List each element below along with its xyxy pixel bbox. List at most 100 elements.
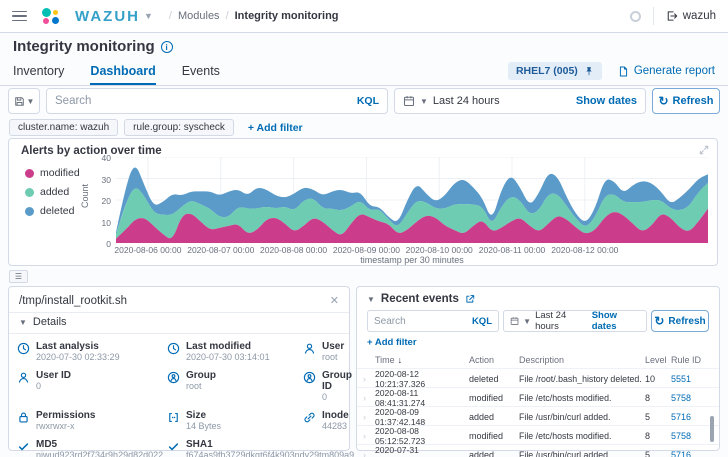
lock-icon bbox=[17, 410, 30, 424]
event-row[interactable]: ›2020-08-11 08:41:31.274modifiedFile /et… bbox=[357, 387, 719, 406]
detail-item: SHA1f674as9fh3729dkgt6f4k903ndy29tm809a9 bbox=[167, 439, 303, 457]
legend-item-deleted[interactable]: deleted bbox=[25, 205, 80, 217]
search-input[interactable] bbox=[55, 95, 351, 107]
x-tick-label: 2020-08-11 00:00 bbox=[470, 245, 554, 255]
clock-icon bbox=[167, 341, 180, 355]
pin-icon[interactable] bbox=[584, 66, 594, 77]
events-table: Time↓ActionDescriptionLevelRule ID ›2020… bbox=[357, 352, 719, 457]
external-link-icon[interactable] bbox=[465, 294, 475, 304]
detail-label: Size bbox=[186, 410, 221, 421]
chevron-down-icon: ▼ bbox=[420, 97, 428, 106]
events-scrollbar[interactable] bbox=[710, 416, 714, 442]
detail-item: Size14 Bytes bbox=[167, 410, 303, 432]
details-accordion-toggle[interactable]: ▼ Details bbox=[9, 312, 349, 334]
brand-chevron-down-icon[interactable]: ▼ bbox=[144, 11, 153, 21]
close-icon[interactable]: ✕ bbox=[330, 294, 339, 307]
row-expand-icon[interactable]: › bbox=[363, 431, 375, 441]
row-expand-icon[interactable]: › bbox=[363, 374, 375, 384]
generate-report-button[interactable]: Generate report bbox=[618, 65, 715, 78]
chart-table-toggle-button[interactable]: ☰ bbox=[9, 270, 28, 283]
generate-report-label: Generate report bbox=[634, 65, 715, 77]
file-path-title: /tmp/install_rootkit.sh bbox=[19, 295, 127, 307]
refresh-icon: ↻ bbox=[654, 314, 664, 328]
filter-pill[interactable]: rule.group: syscheck bbox=[124, 119, 234, 136]
column-header-level[interactable]: Level bbox=[645, 355, 671, 365]
column-header-action[interactable]: Action bbox=[469, 355, 519, 365]
event-rule-id-link[interactable]: 5758 bbox=[671, 431, 715, 441]
expand-chart-icon[interactable] bbox=[699, 145, 709, 155]
kql-toggle[interactable]: KQL bbox=[357, 95, 379, 107]
detail-item: Grouproot bbox=[167, 370, 303, 403]
event-level: 5 bbox=[645, 412, 671, 422]
wazuh-logo[interactable]: WAZUH bbox=[75, 8, 140, 25]
time-range-value[interactable]: Last 24 hours bbox=[433, 95, 500, 107]
alerts-chart-panel: Alerts by action over time modifiedadded… bbox=[8, 138, 718, 266]
row-expand-icon[interactable]: › bbox=[363, 450, 375, 457]
agent-badge[interactable]: RHEL7 (005) bbox=[508, 62, 602, 80]
info-icon[interactable]: i bbox=[161, 41, 173, 53]
detail-value: 0 bbox=[322, 392, 352, 403]
event-level: 8 bbox=[645, 431, 671, 441]
event-rule-id-link[interactable]: 5758 bbox=[671, 393, 715, 403]
app-logo-icon[interactable] bbox=[41, 7, 59, 25]
chart-plot-area[interactable] bbox=[116, 157, 708, 243]
legend-item-added[interactable]: added bbox=[25, 186, 80, 198]
detail-value: rwxrwxr-x bbox=[36, 421, 95, 432]
detail-value: 2020-07-30 02:33:29 bbox=[36, 352, 120, 363]
chevron-down-icon[interactable]: ▼ bbox=[367, 295, 375, 304]
divider bbox=[653, 7, 654, 25]
event-rule-id-link[interactable]: 5716 bbox=[671, 450, 715, 457]
detail-value: root bbox=[322, 352, 344, 363]
breadcrumb-current: Integrity monitoring bbox=[235, 10, 339, 22]
event-time: 2020-08-12 10:21:37.326 bbox=[375, 369, 469, 389]
details-section-label: Details bbox=[33, 316, 67, 328]
breadcrumb-modules[interactable]: Modules bbox=[178, 10, 220, 22]
events-kql-toggle[interactable]: KQL bbox=[472, 316, 492, 327]
event-rule-id-link[interactable]: 5716 bbox=[671, 412, 715, 422]
events-show-dates-button[interactable]: Show dates bbox=[592, 310, 640, 332]
event-row[interactable]: ›2020-08-08 05:12:52.723modifiedFile /et… bbox=[357, 425, 719, 444]
show-dates-button[interactable]: Show dates bbox=[576, 95, 637, 107]
tab-inventory[interactable]: Inventory bbox=[13, 57, 64, 85]
y-tick-label: 20 bbox=[93, 196, 111, 206]
y-tick-label: 30 bbox=[93, 175, 111, 185]
save-icon bbox=[14, 96, 25, 107]
x-axis-ticks: 2020-08-06 00:002020-08-07 00:002020-08-… bbox=[116, 245, 708, 255]
event-row[interactable]: ›2020-08-12 10:21:37.326deletedFile /roo… bbox=[357, 368, 719, 387]
add-filter-button[interactable]: + Add filter bbox=[248, 122, 303, 134]
event-row[interactable]: ›2020-08-09 01:37:42.148addedFile /usr/b… bbox=[357, 406, 719, 425]
sort-desc-icon[interactable]: ↓ bbox=[398, 355, 403, 365]
legend-dot bbox=[25, 207, 34, 216]
column-header-rule-id[interactable]: Rule ID bbox=[671, 355, 715, 365]
detail-item: User ID0 bbox=[17, 370, 167, 403]
column-header-description[interactable]: Description bbox=[519, 355, 645, 365]
filter-pill[interactable]: cluster.name: wazuh bbox=[9, 119, 118, 136]
health-status-icon[interactable] bbox=[630, 11, 641, 22]
events-date-picker[interactable]: ▼ Last 24 hours Show dates bbox=[503, 310, 647, 332]
saved-query-button[interactable]: ▼ bbox=[8, 88, 40, 114]
chart-legend: modified added deleted bbox=[25, 167, 80, 217]
x-tick-label: 2020-08-12 00:00 bbox=[543, 245, 627, 255]
detail-label: User bbox=[322, 341, 344, 352]
tab-dashboard[interactable]: Dashboard bbox=[90, 57, 155, 85]
x-axis-label: timestamp per 30 minutes bbox=[116, 255, 708, 265]
legend-item-modified[interactable]: modified bbox=[25, 167, 80, 179]
event-row[interactable]: ›2020-07-31 07:29:38.057addedFile /usr/b… bbox=[357, 444, 719, 457]
user-menu[interactable]: wazuh bbox=[666, 10, 716, 22]
date-picker[interactable]: ▼ Last 24 hours Show dates bbox=[394, 88, 646, 114]
tab-events[interactable]: Events bbox=[182, 57, 220, 85]
calendar-icon bbox=[510, 316, 519, 326]
row-expand-icon[interactable]: › bbox=[363, 393, 375, 403]
row-expand-icon[interactable]: › bbox=[363, 412, 375, 422]
events-search-input[interactable] bbox=[374, 316, 460, 327]
events-add-filter-button[interactable]: + Add filter bbox=[367, 337, 709, 348]
event-rule-id-link[interactable]: 5551 bbox=[671, 374, 715, 384]
detail-value: 14 Bytes bbox=[186, 421, 221, 432]
column-header-time[interactable]: Time↓ bbox=[375, 355, 469, 365]
menu-icon[interactable] bbox=[12, 11, 27, 22]
page-title: Integrity monitoring bbox=[13, 38, 155, 55]
legend-dot bbox=[25, 188, 34, 197]
refresh-button[interactable]: ↻ Refresh bbox=[652, 88, 720, 114]
events-refresh-button[interactable]: ↻ Refresh bbox=[651, 310, 709, 332]
detail-value: f674as9fh3729dkgt6f4k903ndy29tm809a9 bbox=[186, 450, 354, 457]
